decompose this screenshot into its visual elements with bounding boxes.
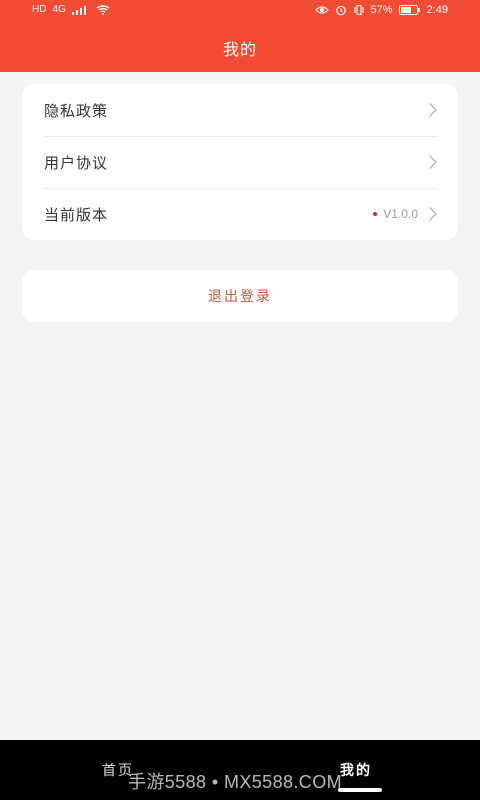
logout-label: 退出登录 [208, 289, 272, 305]
privacy-policy-row[interactable]: 隐私政策 [22, 84, 458, 136]
hd-icon: HD [32, 4, 47, 15]
status-bar: HD 4G 57% 2:49 [0, 0, 480, 24]
current-version-row[interactable]: 当前版本 V1.0.0 [22, 188, 458, 240]
current-version-label: 当前版本 [44, 205, 109, 224]
privacy-policy-right [428, 102, 438, 118]
user-agreement-row[interactable]: 用户协议 [22, 136, 458, 188]
alarm-icon [335, 4, 347, 16]
vibrate-icon [353, 4, 365, 16]
battery-icon [398, 5, 421, 15]
current-version-right: V1.0.0 [373, 206, 438, 222]
battery-percent: 57% [370, 4, 393, 16]
settings-card: 隐私政策 用户协议 当前版本 V1.0.0 [22, 84, 458, 240]
chevron-right-icon [428, 154, 438, 170]
nav-mine-label: 我的 [340, 763, 372, 779]
bottom-navigation: 首页 我的 手游5588 • MX5588.COM [0, 740, 480, 800]
active-tab-indicator [338, 788, 382, 792]
version-value: V1.0.0 [383, 207, 418, 221]
header-bar: HD 4G 57% 2:49 我的 [0, 0, 480, 72]
eye-icon [314, 5, 329, 15]
privacy-policy-label: 隐私政策 [44, 101, 109, 120]
user-agreement-right [428, 154, 438, 170]
update-dot [373, 212, 378, 216]
page-title: 我的 [222, 40, 257, 59]
chevron-right-icon [428, 102, 438, 118]
status-right: 57% 2:49 [314, 4, 448, 16]
watermark-text: 手游5588 • MX5588.COM [128, 772, 342, 792]
status-left: HD 4G [32, 4, 110, 15]
logout-button[interactable]: 退出登录 [22, 270, 458, 322]
status-time: 2:49 [426, 4, 448, 16]
user-agreement-label: 用户协议 [44, 153, 109, 172]
network-label: 4G [52, 4, 66, 15]
nav-mine[interactable]: 我的 [340, 760, 372, 780]
wifi-icon [96, 4, 110, 15]
signal-icon [71, 5, 90, 15]
chevron-right-icon [428, 206, 438, 222]
